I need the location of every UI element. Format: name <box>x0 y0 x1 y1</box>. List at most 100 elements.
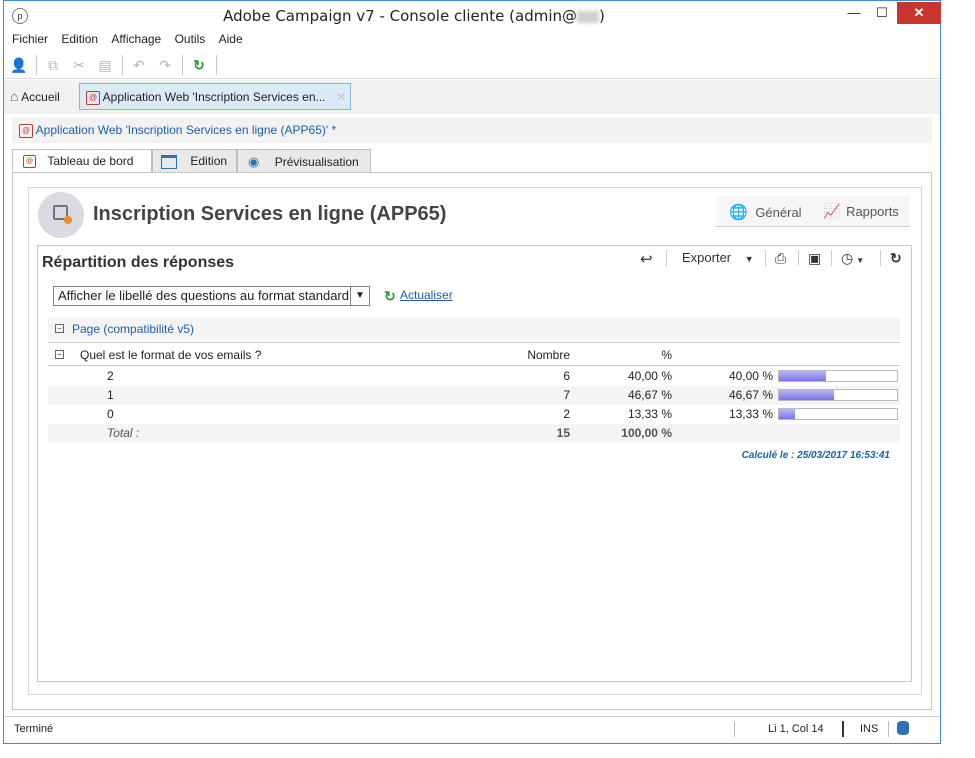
tab-application-web-label: Application Web 'Inscription Services en… <box>102 90 326 104</box>
page-title: Inscription Services en ligne (APP65) <box>93 203 447 225</box>
question-row: − Quel est le format de vos emails ? Nom… <box>48 342 900 366</box>
collapse-icon[interactable]: − <box>55 350 64 359</box>
percentage-bar <box>778 370 898 382</box>
question-label: Quel est le format de vos emails ? <box>80 348 262 362</box>
answer-percent: 46,67 % <box>627 388 672 402</box>
refresh-link[interactable]: Actualiser <box>400 288 453 302</box>
maximize-button[interactable]: ☐ <box>868 2 896 24</box>
toolbar: 👤 ⧉ ✂ ▤ ↶ ↷ ↻ <box>4 51 940 79</box>
status-separator <box>888 721 889 737</box>
report-panel <box>37 245 912 682</box>
document-tab-strip: ⌂ Accueil @ Application Web 'Inscription… <box>4 80 940 114</box>
collapse-icon[interactable]: − <box>55 324 64 333</box>
percentage-bar-fill <box>779 371 826 381</box>
paste-icon[interactable]: ▤ <box>96 56 114 74</box>
close-button[interactable]: ✕ <box>897 2 941 24</box>
bar-percent-label: 40,00 % <box>728 369 773 383</box>
report-title: Répartition des réponses <box>42 254 235 271</box>
minimize-button[interactable]: — <box>840 2 868 24</box>
refresh-icon[interactable]: ↻ <box>384 288 396 305</box>
total-percent: 100,00 % <box>621 426 672 440</box>
breadcrumb-label: Application Web 'Inscription Services en… <box>35 123 337 137</box>
dashboard-icon: @ <box>23 155 36 169</box>
history-icon[interactable]: ◷ ▼ <box>841 250 864 267</box>
bar-percent-label: 46,67 % <box>728 388 773 402</box>
total-label: Total : <box>107 426 140 440</box>
total-count: 15 <box>556 426 570 440</box>
dashboard-avatar-icon <box>38 192 84 238</box>
question-format-select[interactable]: Afficher le libellé des questions au for… <box>53 286 370 306</box>
home-icon: ⌂ <box>10 88 19 104</box>
general-button[interactable]: 🌐 Général <box>729 203 802 221</box>
back-icon[interactable]: ↩ <box>640 250 653 268</box>
chevron-down-icon: ▼ <box>744 254 754 264</box>
save-icon[interactable]: ▣ <box>808 250 821 267</box>
toolbar-separator <box>216 55 217 75</box>
column-header-percent: % <box>661 348 672 362</box>
new-user-icon[interactable]: 👤 <box>10 56 28 74</box>
print-icon[interactable]: ⎙ <box>775 250 786 267</box>
toolbar-separator <box>880 250 881 266</box>
web-application-icon: @ <box>19 123 33 138</box>
toolbar-separator <box>798 250 799 266</box>
general-label: Général <box>755 205 802 220</box>
close-tab-icon[interactable]: ✕ <box>336 84 346 111</box>
answer-count: 6 <box>563 369 570 383</box>
menu-item-outils[interactable]: Outils <box>175 32 206 46</box>
tab-previsualisation-label: Prévisualisation <box>274 155 359 169</box>
reports-button[interactable]: 📈 Rapports <box>823 203 899 220</box>
refresh-icon[interactable]: ↻ <box>190 56 208 74</box>
group-row[interactable]: − Page (compatibilité v5) <box>48 318 900 340</box>
menu-item-fichier[interactable]: Fichier <box>12 32 48 46</box>
tab-home[interactable]: ⌂ Accueil <box>10 83 80 110</box>
breadcrumb: @ Application Web 'Inscription Services … <box>12 117 932 143</box>
web-application-icon: @ <box>86 90 100 105</box>
answer-label: 1 <box>107 388 114 402</box>
percentage-bar-fill <box>779 409 795 419</box>
toolbar-separator <box>831 250 832 266</box>
tab-edition[interactable]: Edition <box>152 149 237 172</box>
answer-label: 2 <box>107 369 114 383</box>
tab-home-label: Accueil <box>21 90 60 104</box>
toolbar-separator <box>122 55 123 75</box>
toolbar-separator <box>182 55 183 75</box>
globe-icon: 🌐 <box>729 204 748 221</box>
tab-application-web[interactable]: @ Application Web 'Inscription Services … <box>79 83 351 110</box>
undo-icon[interactable]: ↶ <box>130 56 148 74</box>
bar-percent-label: 13,33 % <box>728 407 773 421</box>
export-label: Exporter <box>682 250 732 265</box>
menu-item-edition[interactable]: Edition <box>61 32 98 46</box>
reports-label: Rapports <box>846 204 899 219</box>
toolbar-separator <box>36 55 37 75</box>
group-label: Page (compatibilité v5) <box>72 322 195 336</box>
redo-icon[interactable]: ↷ <box>156 56 174 74</box>
cursor-position: Li 1, Col 14 <box>768 723 824 735</box>
insert-mode: INS <box>860 723 879 735</box>
reload-icon[interactable]: ↻ <box>890 250 902 267</box>
tab-tableau-de-bord-label: Tableau de bord <box>47 154 134 168</box>
menu-bar: Fichier Edition Affichage Outils Aide <box>4 32 940 50</box>
table-row: 0 2 13,33 % 13,33 % <box>48 405 900 424</box>
menu-item-affichage[interactable]: Affichage <box>111 32 161 46</box>
answer-count: 7 <box>563 388 570 402</box>
answer-label: 0 <box>107 407 114 421</box>
line-chart-icon: 📈 <box>823 203 841 219</box>
edition-icon <box>161 154 177 169</box>
copy-icon[interactable]: ⧉ <box>44 56 62 74</box>
menu-item-aide[interactable]: Aide <box>219 32 243 46</box>
cut-icon[interactable]: ✂ <box>70 56 88 74</box>
status-separator <box>734 721 735 737</box>
database-icon <box>897 721 909 735</box>
percentage-bar-fill <box>779 390 834 400</box>
export-button[interactable]: Exporter ▼ <box>682 250 754 265</box>
chevron-down-icon[interactable]: ▼ <box>350 287 369 305</box>
status-text: Terminé <box>14 723 54 735</box>
status-bar: Terminé Li 1, Col 14 INS <box>4 716 940 744</box>
tab-tableau-de-bord[interactable]: @ Tableau de bord <box>12 149 152 174</box>
table-row: 2 6 40,00 % 40,00 % <box>48 367 900 386</box>
tab-previsualisation[interactable]: ◉ Prévisualisation <box>237 149 371 172</box>
status-separator <box>842 721 844 737</box>
total-row: Total : 15 100,00 % <box>48 424 900 443</box>
answer-percent: 13,33 % <box>627 407 672 421</box>
eye-icon: ◉ <box>248 154 260 169</box>
